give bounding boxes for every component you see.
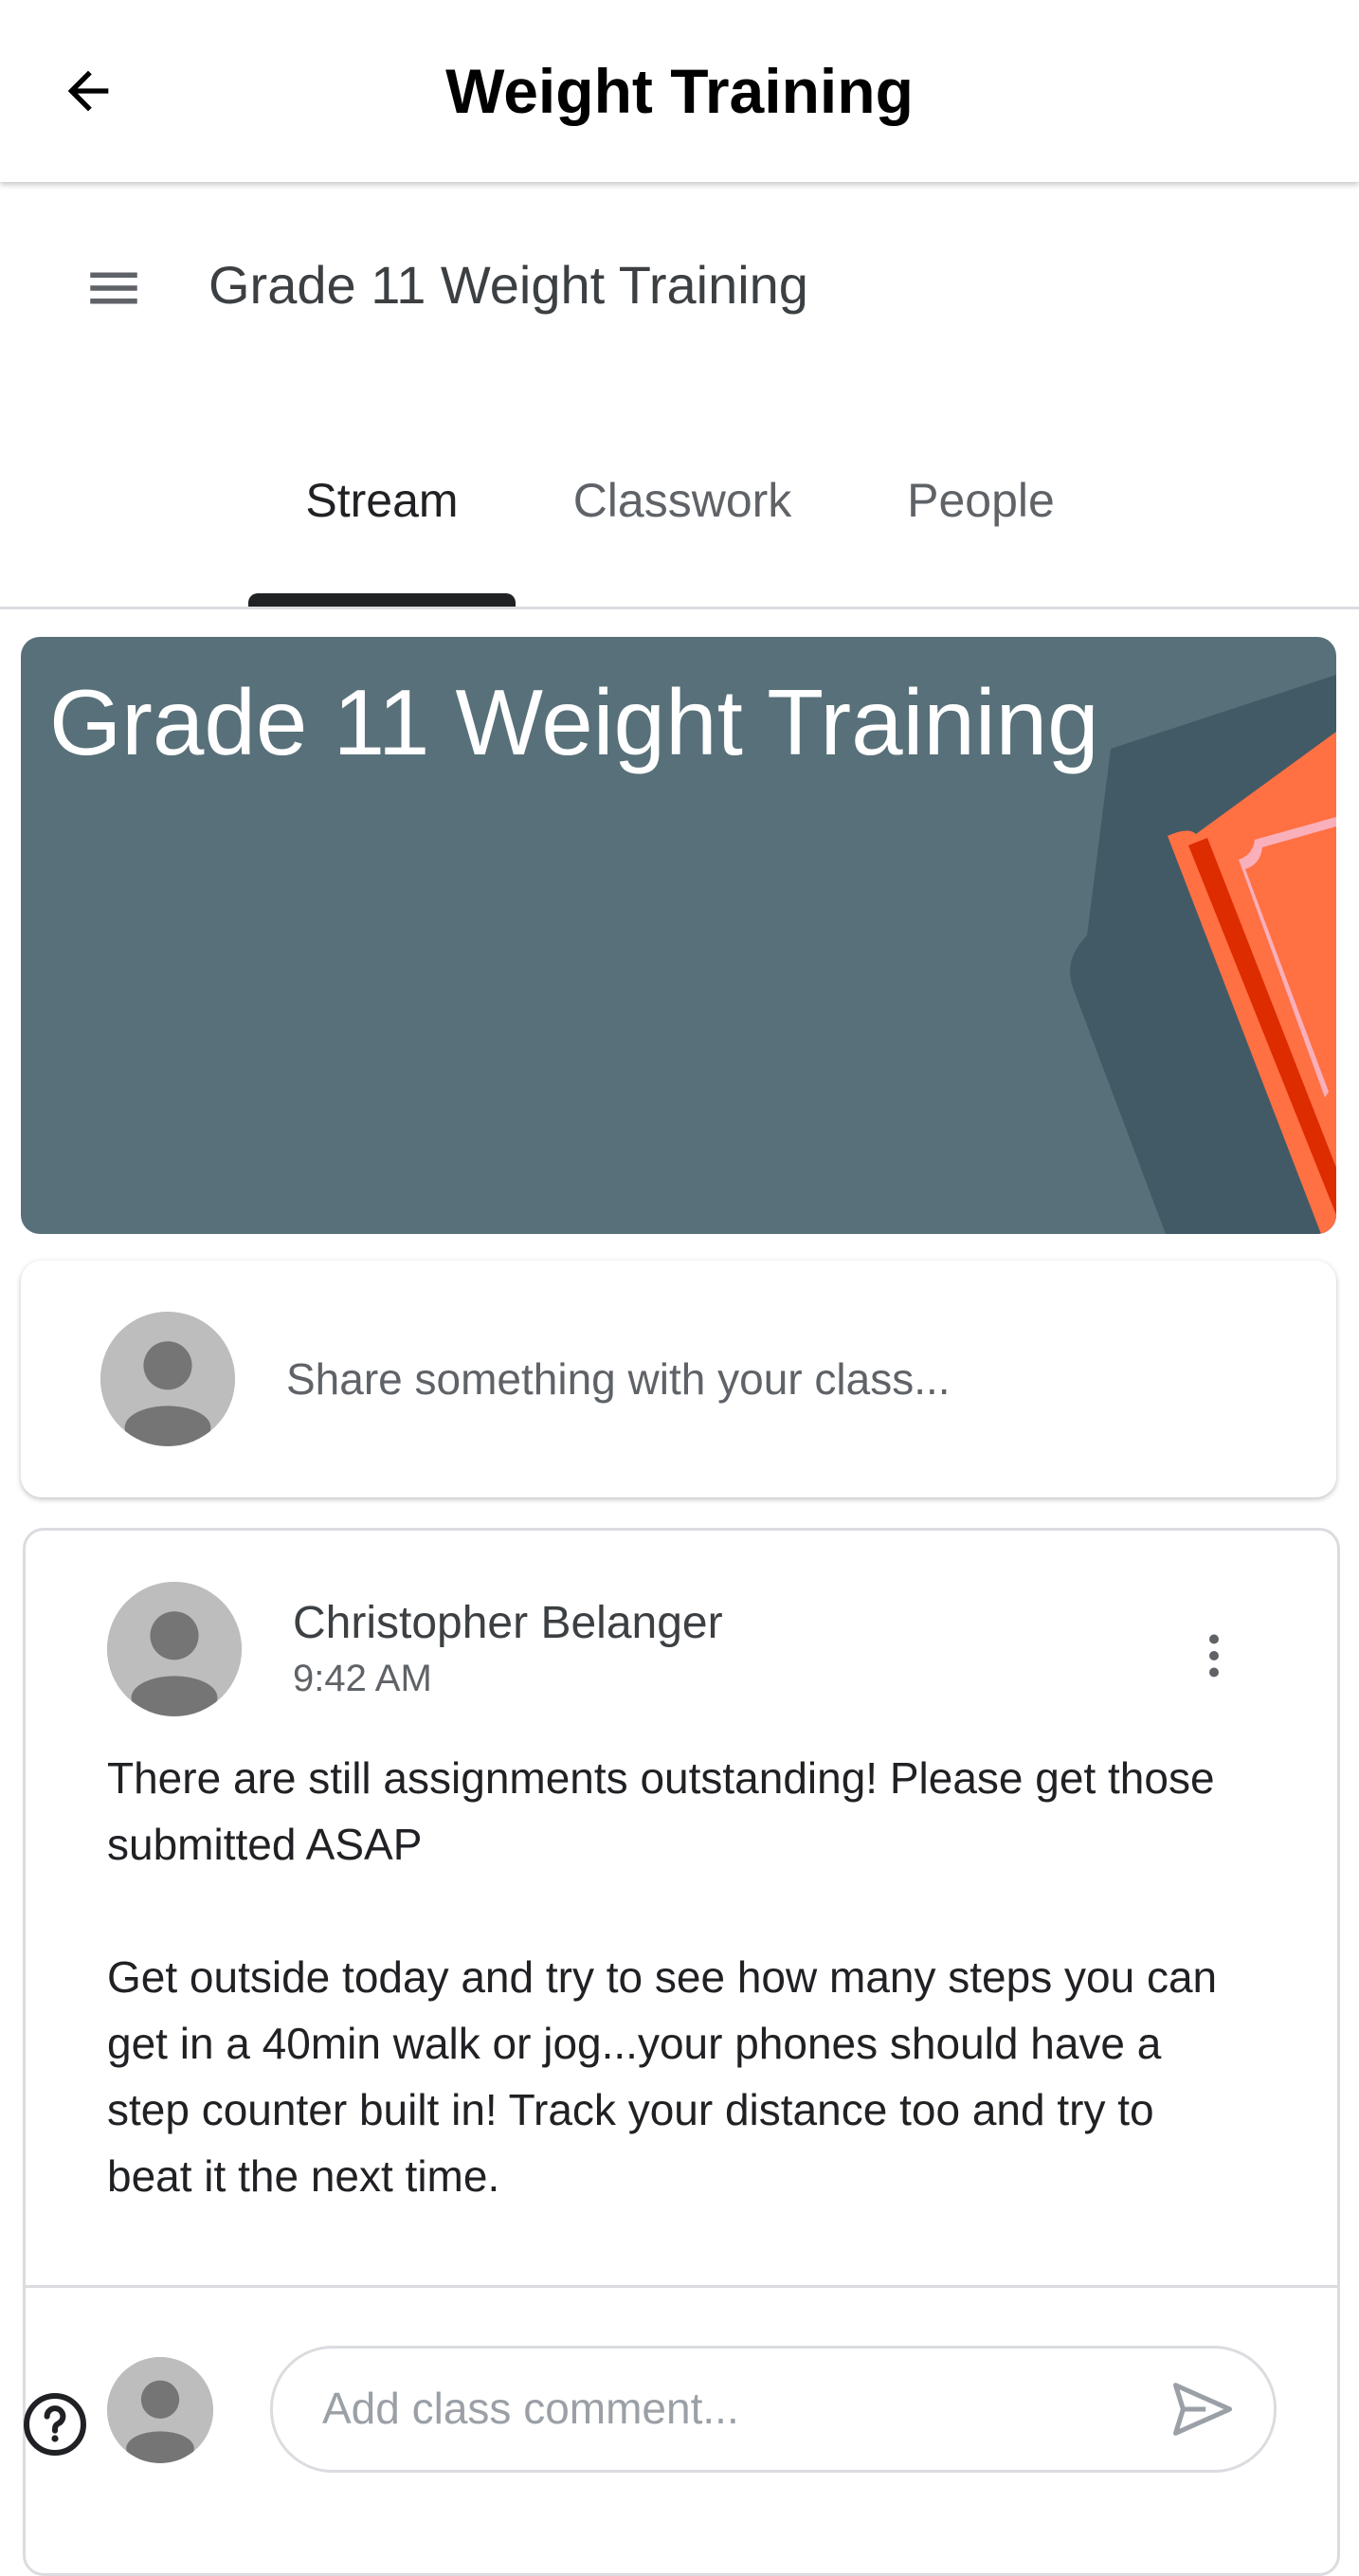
page-title: Weight Training bbox=[445, 56, 914, 126]
arrow-back-icon bbox=[67, 70, 109, 112]
more-vertical-icon bbox=[1209, 1634, 1219, 1678]
post-author: Christopher Belanger bbox=[293, 1598, 723, 1648]
class-name: Grade 11 Weight Training bbox=[208, 255, 808, 315]
post-timestamp: 9:42 AM bbox=[293, 1658, 432, 1699]
announcement-post: Christopher Belanger 9:42 AM There are s… bbox=[23, 1528, 1340, 2576]
commenter-avatar bbox=[107, 2357, 213, 2463]
hamburger-menu-icon bbox=[90, 272, 137, 304]
post-options-button[interactable] bbox=[1176, 1618, 1252, 1694]
help-button[interactable] bbox=[19, 2388, 91, 2460]
back-button[interactable] bbox=[38, 44, 138, 138]
class-banner: Grade 11 Weight Training bbox=[21, 637, 1336, 1234]
person-icon bbox=[107, 1582, 242, 1716]
top-app-bar: Weight Training bbox=[0, 0, 1359, 182]
menu-button[interactable] bbox=[66, 241, 161, 336]
author-avatar bbox=[107, 1582, 242, 1716]
tabs-divider bbox=[0, 607, 1359, 609]
comment-divider bbox=[26, 2285, 1337, 2288]
tab-stream[interactable]: Stream bbox=[248, 445, 516, 555]
tab-bar: Stream Classwork People bbox=[0, 445, 1359, 608]
person-icon bbox=[100, 1312, 235, 1446]
person-icon bbox=[107, 2357, 213, 2463]
post-body: There are still assignments outstanding!… bbox=[107, 1745, 1244, 2276]
post-paragraph: Get outside today and try to see how man… bbox=[107, 1952, 1218, 2201]
send-button[interactable] bbox=[1160, 2367, 1245, 2451]
share-placeholder: Share something with your class... bbox=[286, 1354, 951, 1404]
comment-input[interactable] bbox=[320, 2371, 1120, 2445]
share-announcement-card[interactable]: Share something with your class... bbox=[21, 1261, 1336, 1497]
comment-box bbox=[270, 2346, 1277, 2473]
tab-classwork[interactable]: Classwork bbox=[550, 445, 815, 555]
post-paragraph: There are still assignments outstanding!… bbox=[107, 1753, 1215, 1869]
send-icon bbox=[1172, 2383, 1233, 2436]
help-icon bbox=[24, 2393, 86, 2456]
avatar bbox=[100, 1312, 235, 1446]
tab-people[interactable]: People bbox=[872, 445, 1090, 555]
banner-title: Grade 11 Weight Training bbox=[49, 670, 1099, 774]
